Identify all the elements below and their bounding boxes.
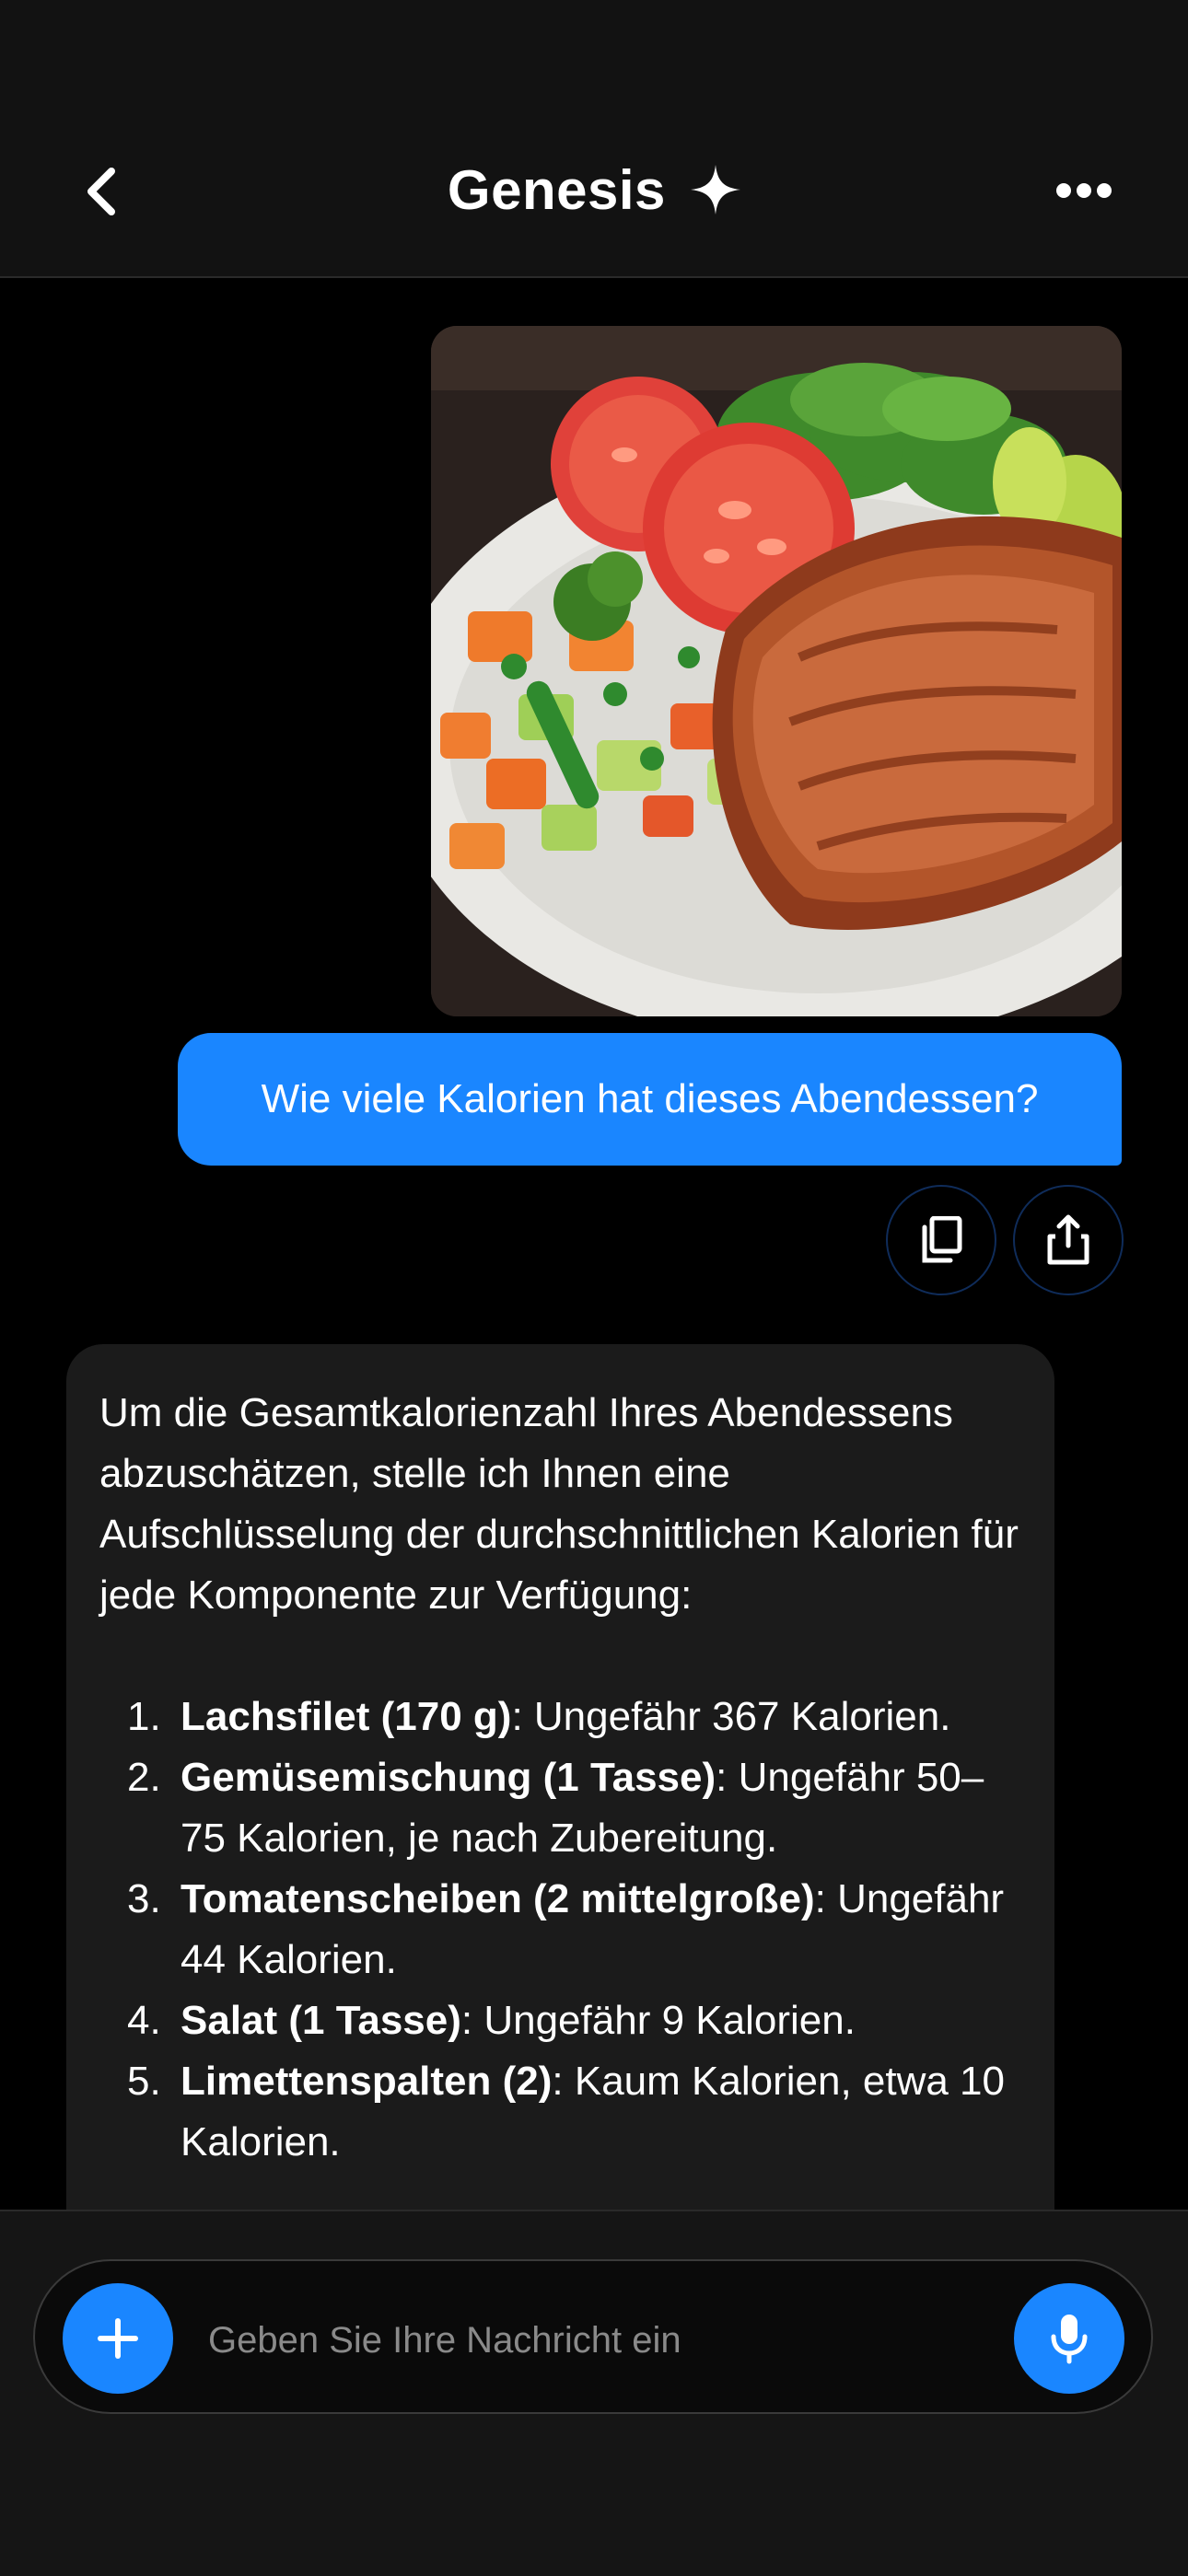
user-message-bubble: Wie viele Kalorien hat dieses Abendessen… [178,1033,1122,1166]
add-attachment-button[interactable] [63,2283,173,2394]
more-horizontal-icon [1056,183,1112,198]
copy-icon [922,1216,962,1263]
microphone-icon [1051,2315,1088,2364]
assistant-intro-text: Um die Gesamtkalorienzahl Ihres Abendess… [99,1390,1019,1618]
list-item: 1. Lachsfilet (170 g): Ungefähr 367 Kalo… [99,1687,1021,1747]
dinner-plate-image [431,326,1122,1016]
list-item: 4. Salat (1 Tasse): Ungefähr 9 Kalorien. [99,1990,1021,2051]
plus-icon [98,2318,138,2359]
copy-button[interactable] [886,1185,996,1295]
list-item-title: Tomatenscheiben (2 mittelgroße) [181,1876,815,1921]
list-item: 3. Tomatenscheiben (2 mittelgroße): Unge… [99,1869,1021,1990]
list-number: 1. [127,1694,161,1739]
share-button[interactable] [1013,1185,1124,1295]
user-image-attachment[interactable] [431,326,1122,1016]
list-item-title: Salat (1 Tasse) [181,1998,461,2043]
voice-input-button[interactable] [1014,2283,1124,2394]
list-number: 2. [127,1755,161,1800]
message-input[interactable] [206,2306,965,2374]
list-number: 5. [127,2059,161,2104]
list-number: 3. [127,1876,161,1921]
app-header: Genesis [0,0,1188,278]
sparkle-icon [691,165,741,215]
more-options-button[interactable] [1054,180,1113,202]
list-number: 4. [127,1998,161,2043]
list-item-title: Limettenspalten (2) [181,2059,553,2104]
share-icon [1047,1214,1089,1265]
title-text: Genesis [447,159,666,221]
list-item: 2. Gemüsemischung (1 Tasse): Ungefähr 50… [99,1747,1021,1869]
calorie-list: 1. Lachsfilet (170 g): Ungefähr 367 Kalo… [99,1687,1021,2173]
list-item-title: Lachsfilet (170 g) [181,1694,512,1739]
page-title: Genesis [0,158,1188,222]
list-item-text: : Ungefähr 9 Kalorien. [460,1998,856,2043]
list-item: 5. Limettenspalten (2): Kaum Kalorien, e… [99,2051,1021,2173]
list-item-title: Gemüsemischung (1 Tasse) [181,1755,716,1800]
user-message-text: Wie viele Kalorien hat dieses Abendessen… [261,1076,1039,1121]
assistant-message-bubble: Um die Gesamtkalorienzahl Ihres Abendess… [66,1344,1054,2219]
list-item-text: : Ungefähr 367 Kalorien. [511,1694,951,1739]
